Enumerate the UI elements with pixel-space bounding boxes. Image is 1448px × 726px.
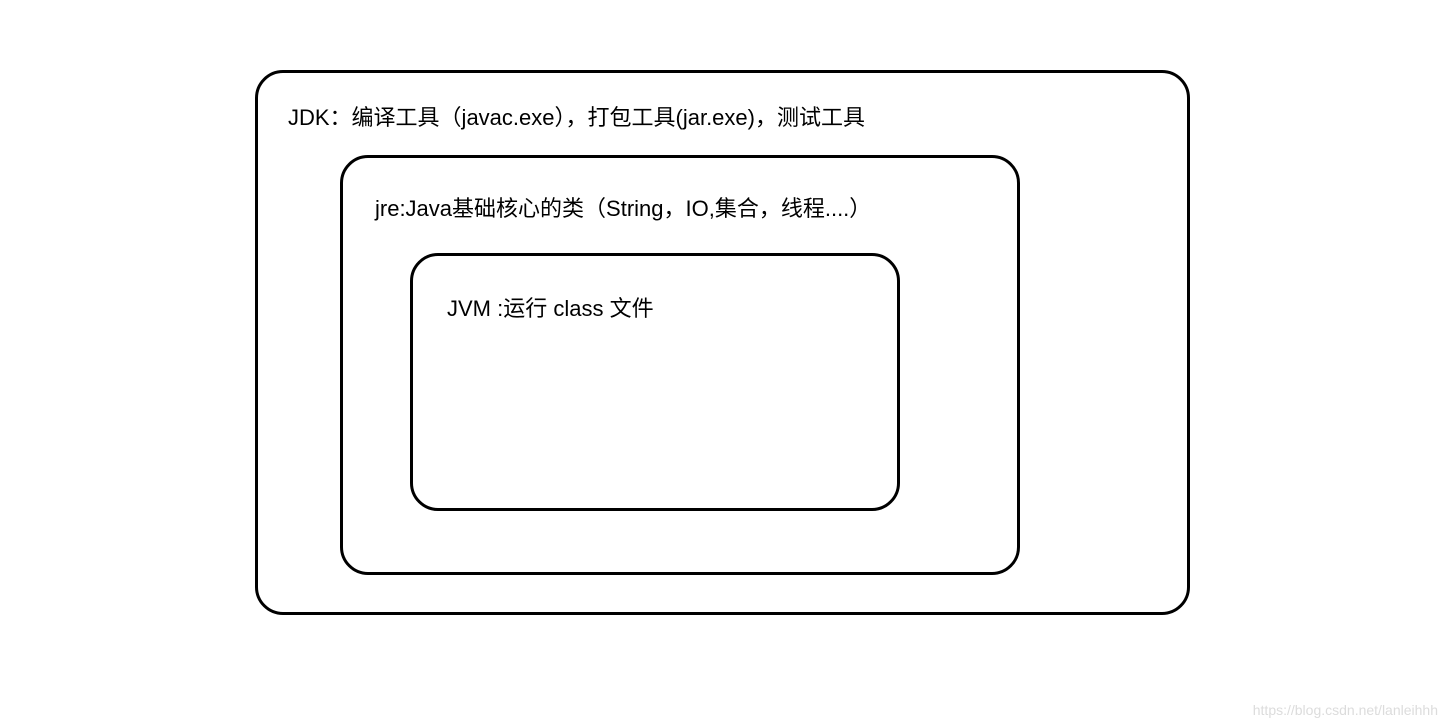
jre-label: jre:Java基础核心的类（String，IO,集合，线程....） — [375, 194, 871, 225]
jvm-box — [410, 253, 900, 511]
watermark-text: https://blog.csdn.net/lanleihhh — [1253, 702, 1438, 718]
jvm-label: JVM :运行 class 文件 — [447, 294, 654, 325]
jdk-label: JDK：编译工具（javac.exe），打包工具(jar.exe)，测试工具 — [288, 103, 865, 134]
